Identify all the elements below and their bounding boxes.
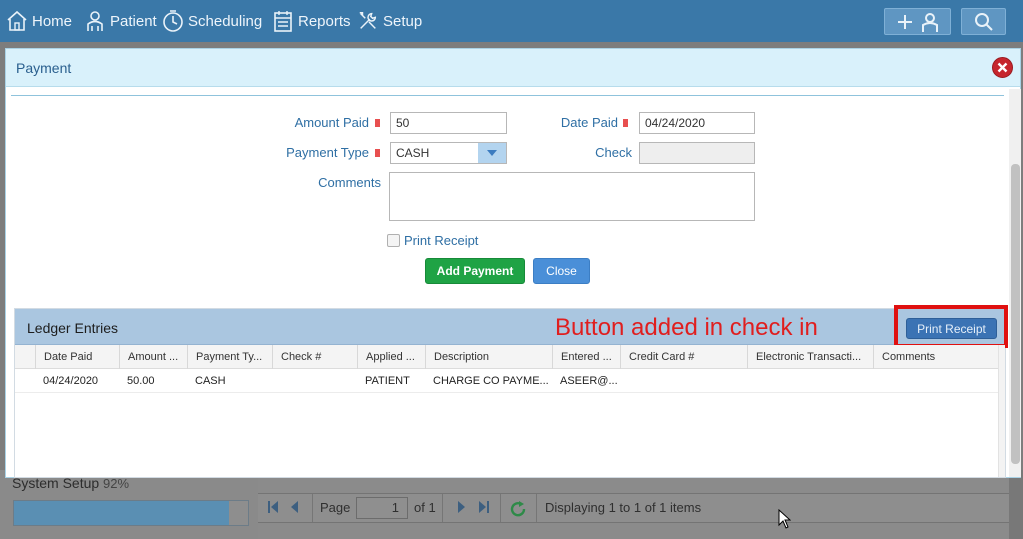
column-header[interactable]: Date Paid	[35, 345, 119, 369]
amount-paid-label: Amount Paid	[294, 115, 369, 130]
add-patient-button[interactable]	[884, 8, 951, 35]
pager-divider	[442, 494, 443, 522]
comments-textarea[interactable]	[389, 172, 755, 221]
dialog-scrollbar-thumb[interactable]	[1011, 164, 1020, 464]
system-setup-progress	[13, 500, 249, 526]
required-marker	[375, 149, 380, 157]
column-header[interactable]: Check #	[272, 345, 357, 369]
column-header[interactable]: Comments	[873, 345, 998, 369]
dialog-header: Payment	[6, 49, 1020, 87]
print-receipt-checkbox[interactable]	[387, 234, 400, 247]
column-header[interactable]: Electronic Transacti...	[747, 345, 873, 369]
ledger-title: Ledger Entries	[27, 320, 119, 336]
search-icon	[974, 12, 993, 31]
annotation-text: Button added in check in	[555, 314, 818, 341]
column-header[interactable]: Credit Card #	[620, 345, 747, 369]
pager-first-icon[interactable]	[268, 500, 280, 514]
comments-label: Comments	[318, 175, 381, 190]
mouse-cursor-icon	[778, 509, 791, 529]
payment-type-select[interactable]: CASH	[390, 142, 507, 164]
nav-patient[interactable]: Patient	[84, 0, 157, 42]
home-icon	[7, 10, 27, 31]
search-button[interactable]	[961, 8, 1006, 35]
pager-page-label: Page	[320, 500, 351, 515]
cell-date-paid: 04/24/2020	[43, 375, 99, 387]
dialog-title: Payment	[16, 60, 72, 76]
check-label: Check	[595, 145, 632, 160]
close-button[interactable]: Close	[533, 258, 590, 284]
dropdown-button[interactable]	[478, 143, 506, 163]
column-header[interactable]: Entered ...	[552, 345, 620, 369]
nav-setup-label: Setup	[383, 12, 423, 30]
ledger-header: Ledger Entries Button added in check in …	[15, 305, 1008, 348]
pager-next-icon[interactable]	[457, 500, 466, 514]
payment-dialog: Payment Amount Paid 50 Date Paid 04/24/2…	[5, 48, 1021, 478]
amount-paid-input[interactable]: 50	[390, 112, 507, 134]
column-header[interactable]: Payment Ty...	[187, 345, 272, 369]
column-header[interactable]: Description	[425, 345, 552, 369]
date-paid-label: Date Paid	[560, 115, 618, 130]
nav-reports[interactable]: Reports	[272, 0, 351, 42]
nav-home[interactable]: Home	[6, 0, 72, 42]
column-headers: Date Paid Amount ... Payment Ty... Check…	[15, 345, 998, 369]
table-row[interactable]: 04/24/2020 50.00 CASH PATIENT CHARGE CO …	[15, 369, 998, 393]
ledger-entries-grid: Ledger Entries Button added in check in …	[14, 305, 1008, 478]
patient-icon	[87, 11, 103, 31]
nav-reports-label: Reports	[298, 12, 351, 30]
required-marker	[623, 119, 628, 127]
chevron-down-icon	[487, 150, 497, 156]
nav-patient-label: Patient	[110, 12, 157, 30]
payment-type-label: Payment Type	[286, 145, 369, 160]
pager-prev-icon[interactable]	[290, 500, 299, 514]
background-right-strip	[1009, 470, 1023, 539]
column-header[interactable]: Applied ...	[357, 345, 425, 369]
pager-last-icon[interactable]	[477, 500, 489, 514]
add-patient-icon	[897, 12, 938, 32]
nav-home-label: Home	[32, 12, 73, 30]
close-dialog-button[interactable]	[992, 57, 1013, 78]
cell-check-number	[272, 369, 357, 393]
cell-payment-type: CASH	[195, 375, 226, 387]
cell-comments	[873, 369, 998, 393]
required-marker	[375, 119, 380, 127]
nav-scheduling-label: Scheduling	[188, 12, 263, 30]
progress-fill	[14, 501, 230, 525]
cell-electronic-transaction	[747, 369, 873, 393]
pager-refresh-icon[interactable]	[509, 500, 527, 518]
close-icon	[997, 62, 1008, 73]
cell-description: CHARGE CO PAYME...	[433, 375, 549, 387]
column-header[interactable]: Amount ...	[119, 345, 187, 369]
pager-page-input[interactable]: 1	[356, 497, 408, 519]
check-input	[639, 142, 755, 164]
cell-amount: 50.00	[127, 375, 155, 387]
pager-of-label: of 1	[414, 500, 436, 515]
print-receipt-label[interactable]: Print Receipt	[404, 233, 478, 248]
add-payment-button[interactable]: Add Payment	[425, 258, 525, 284]
pager-display-text: Displaying 1 to 1 of 1 items	[545, 500, 702, 515]
cell-applied: PATIENT	[365, 375, 410, 387]
payment-type-value: CASH	[396, 146, 430, 160]
cell-entered: ASEER@...	[560, 375, 618, 387]
divider	[11, 95, 1004, 96]
system-setup-percent: 92%	[103, 476, 130, 491]
pager-divider	[312, 494, 313, 522]
calendar-icon	[274, 11, 292, 32]
pager-divider	[500, 494, 501, 522]
grid-scrollbar[interactable]	[998, 345, 1005, 477]
pager-divider	[536, 494, 537, 522]
nav-scheduling[interactable]: Scheduling	[162, 0, 262, 42]
top-nav: Home Patient Scheduling Reports Setup	[0, 0, 1023, 42]
nav-setup[interactable]: Setup	[357, 0, 422, 42]
tools-icon	[359, 12, 377, 29]
cell-credit-card	[620, 369, 747, 393]
column-header-spacer	[15, 345, 35, 369]
date-paid-input[interactable]: 04/24/2020	[639, 112, 755, 134]
clock-icon	[163, 10, 183, 32]
annotation-highlight-box	[894, 305, 1008, 348]
